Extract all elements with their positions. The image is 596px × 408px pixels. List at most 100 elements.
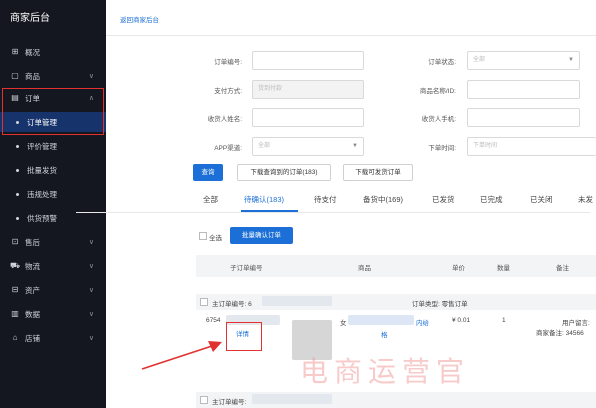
sidebar-item-data[interactable]: ▥ 数据 ∨	[0, 304, 106, 324]
tab-pending-confirm[interactable]: 待确认(183)	[244, 194, 284, 205]
bullet-icon	[16, 192, 19, 196]
sidebar-item-label: 物流	[25, 261, 40, 271]
sidebar-sub-violation[interactable]: 违规处理	[0, 184, 106, 204]
top-bar: 返回商家后台	[106, 0, 596, 36]
sidebar: 商家后台 ⊞ 概况 ▢ 商品 ∨ ▤ 订单 ∧ 订单管理 评价管理 批量发货 违…	[0, 0, 106, 408]
bar-chart-icon: ▥	[11, 309, 19, 318]
col-sub-order-no: 子订单编号	[230, 265, 263, 272]
sidebar-item-label: 售后	[25, 237, 40, 247]
sidebar-item-label: 资产	[25, 285, 40, 295]
col-remark: 备注	[556, 265, 569, 272]
select-all-checkbox[interactable]	[199, 232, 207, 240]
truck-icon: ⛟	[10, 261, 21, 270]
order-status-value: 全部	[473, 57, 486, 63]
order-no-input[interactable]	[252, 51, 364, 70]
pay-method-input: 货到付款	[252, 80, 364, 99]
app-channel-select[interactable]: 全部 ▼	[252, 137, 364, 156]
sidebar-item-label: 数据	[25, 309, 40, 319]
pay-method-label: 支付方式:	[214, 88, 242, 95]
query-button[interactable]: 查询	[193, 164, 223, 181]
chevron-down-icon: ∨	[88, 287, 94, 294]
active-tab-underline	[241, 210, 298, 212]
sidebar-sub-review-management[interactable]: 评价管理	[0, 136, 106, 156]
tab-completed[interactable]: 已完成	[480, 194, 503, 205]
chevron-down-icon: ∨	[88, 335, 94, 342]
product-spec-link[interactable]: 格	[381, 329, 388, 339]
download-query-button[interactable]: 下载查询到的订单(183)	[237, 164, 331, 181]
receiver-phone-label: 收货人手机:	[421, 116, 456, 123]
order-time-input[interactable]: 下单时间	[467, 137, 596, 156]
quantity: 1	[502, 317, 506, 324]
sidebar-sub-label: 评价管理	[27, 141, 57, 151]
tab-not-shipped[interactable]: 未发	[578, 194, 593, 205]
sidebar-sub-label: 供货预警	[27, 213, 57, 223]
order-time-label: 下单时间:	[428, 145, 456, 152]
chevron-down-icon: ∨	[88, 239, 94, 246]
app-channel-value: 全部	[258, 143, 271, 149]
col-quantity: 数量	[497, 265, 510, 272]
sidebar-item-label: 概况	[25, 47, 40, 57]
redacted-product-name	[348, 315, 414, 325]
sidebar-sub-supply-warning[interactable]: 供货预警	[0, 208, 106, 228]
grid-icon: ⊞	[11, 47, 19, 56]
download-shippable-button[interactable]: 下载可发货订单	[343, 164, 413, 181]
order-type: 订单类型: 零售订单	[412, 301, 468, 308]
shop-icon: ⌂	[12, 333, 18, 342]
product-label: 商品名称/ID:	[419, 88, 456, 95]
product-name-prefix: 女	[340, 320, 347, 327]
tab-all[interactable]: 全部	[203, 194, 218, 205]
chevron-down-icon: ∨	[88, 311, 94, 318]
redacted-order-no	[262, 296, 332, 306]
sidebar-item-aftersale[interactable]: ⊡ 售后 ∨	[0, 232, 106, 252]
brand-title: 商家后台	[10, 13, 50, 24]
order-status-label: 订单状态:	[428, 59, 456, 66]
main-order-no-2: 主订单编号:	[212, 399, 247, 406]
order-time-placeholder: 下单时间	[473, 143, 498, 149]
back-to-merchant-link[interactable]: 返回商家后台	[120, 14, 159, 24]
chevron-down-icon: ∨	[88, 263, 94, 270]
receiver-name-input[interactable]	[252, 108, 364, 127]
bullet-icon	[16, 216, 19, 220]
sidebar-item-products[interactable]: ▢ 商品 ∨	[0, 66, 106, 86]
wallet-icon: ⊟	[11, 285, 19, 294]
sidebar-item-overview[interactable]: ⊞ 概况	[0, 42, 106, 62]
sidebar-item-label: 店铺	[25, 333, 40, 343]
sidebar-item-assets[interactable]: ⊟ 资产 ∨	[0, 280, 106, 300]
merchant-note: 商家备注: 34566	[536, 330, 584, 337]
receiver-phone-input[interactable]	[467, 108, 580, 127]
sidebar-sub-label: 批量发货	[27, 165, 57, 175]
col-product: 商品	[358, 265, 371, 272]
order-checkbox-2[interactable]	[200, 396, 208, 404]
product-name-suffix[interactable]: 内给	[416, 317, 429, 327]
order-checkbox[interactable]	[200, 298, 208, 306]
tab-shipped[interactable]: 已发货	[432, 194, 455, 205]
tab-pending-pay[interactable]: 待支付	[314, 194, 337, 205]
highlight-box	[2, 88, 104, 135]
order-no-label: 订单编号:	[214, 59, 242, 66]
app-channel-label: APP渠道:	[214, 145, 242, 152]
bulk-confirm-button[interactable]: 批量确认订单	[230, 227, 293, 244]
bullet-icon	[16, 144, 19, 148]
tab-closed[interactable]: 已关闭	[530, 194, 553, 205]
product-input[interactable]	[467, 80, 580, 99]
sidebar-sub-bulk-ship[interactable]: 批量发货	[0, 160, 106, 180]
order-group-header	[196, 294, 596, 310]
detail-highlight-box	[226, 322, 262, 351]
bullet-icon	[16, 168, 19, 172]
sidebar-sub-label: 违规处理	[27, 189, 57, 199]
col-unit-price: 单价	[452, 265, 465, 272]
tabs-divider	[76, 212, 590, 213]
order-status-select[interactable]: 全部 ▼	[467, 51, 580, 70]
watermark: 电商运营官	[300, 355, 471, 388]
tab-stocking[interactable]: 备货中(169)	[363, 194, 403, 205]
sidebar-item-shop[interactable]: ⌂ 店铺 ∨	[0, 328, 106, 348]
pointer-arrow-icon	[141, 341, 222, 370]
caret-down-icon: ▼	[352, 143, 358, 149]
sidebar-item-logistics[interactable]: ⛟ 物流 ∨	[0, 256, 106, 276]
pay-method-value: 货到付款	[258, 86, 283, 92]
receiver-name-label: 收货人姓名:	[207, 116, 242, 123]
sub-order-no: 6754	[206, 317, 221, 324]
redacted-order-no-2	[252, 394, 332, 404]
caret-down-icon: ▼	[568, 57, 574, 63]
select-all-label: 全选	[209, 235, 222, 242]
